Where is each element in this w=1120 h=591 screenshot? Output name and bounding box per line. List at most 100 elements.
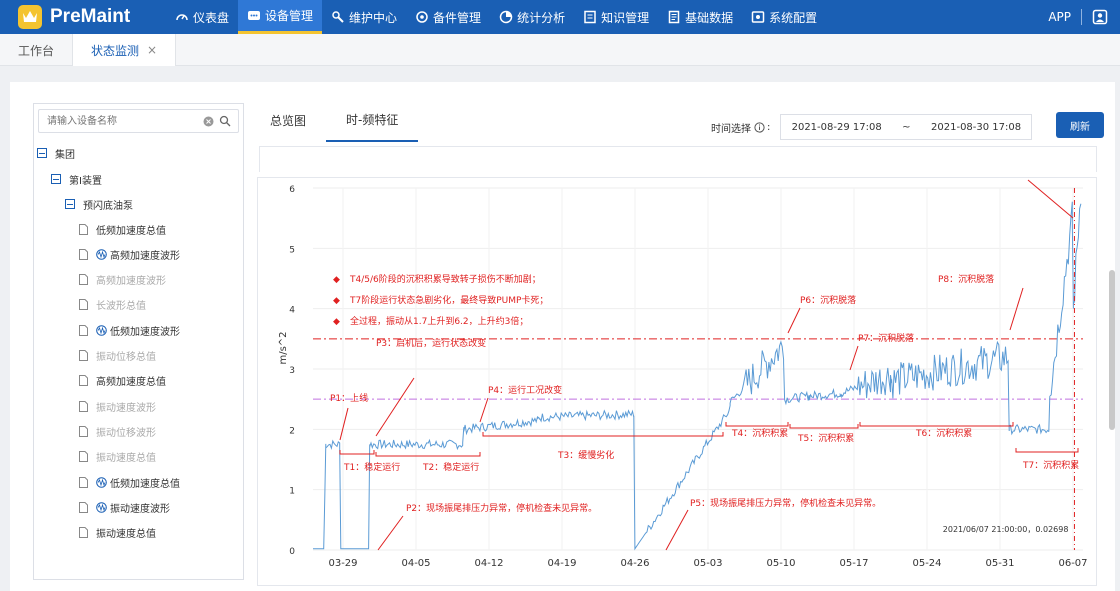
tree-node-device[interactable]: 预闪底油泵 xyxy=(65,194,133,214)
note-bullet: ◆ xyxy=(333,317,340,327)
x-tick-label: 05-03 xyxy=(693,558,722,569)
app-logo[interactable]: PreMaint xyxy=(18,5,158,29)
y-tick-label: 5 xyxy=(289,245,295,255)
annotation-label: P6：沉积脱落 xyxy=(800,294,856,306)
nav-base-data[interactable]: 基础数据 xyxy=(658,0,742,34)
annotation-arrow xyxy=(339,407,349,441)
search-icon[interactable] xyxy=(219,115,231,127)
note-text: T7阶段运行状态急剧劣化，最终导致PUMP卡死； xyxy=(349,294,548,306)
note-text: 全过程，振动从1.7上升到6.2，上升约3倍； xyxy=(350,315,528,327)
waveform-icon xyxy=(96,476,107,488)
tree-item-measure-point[interactable]: 振动速度波形 xyxy=(79,396,156,416)
file-icon xyxy=(79,375,88,387)
clear-icon[interactable] xyxy=(203,116,214,127)
file-icon xyxy=(79,274,88,286)
date-range-picker[interactable]: 2021-08-29 17:08 ~ 2021-08-30 17:08 xyxy=(780,114,1033,140)
tree-item-measure-point[interactable]: 振动速度波形 xyxy=(79,497,170,517)
tab-overview[interactable]: 总览图 xyxy=(250,98,326,142)
nav-equipment[interactable]: 设备管理 xyxy=(238,0,323,34)
nav-maintenance[interactable]: 维护中心 xyxy=(322,0,406,34)
phase-bracket xyxy=(375,452,481,457)
file-icon xyxy=(79,527,88,539)
waveform-icon xyxy=(96,248,107,260)
chart-svg[interactable]: 0 1 2 3 4 5 6 03-29 04-05 04-12 04-19 04-26 05-03 05-… xyxy=(258,178,1096,585)
note-bullet: ◆ xyxy=(333,296,340,306)
tree-item-measure-point[interactable]: 长波形总值 xyxy=(79,295,146,315)
y-tick-label: 0 xyxy=(289,547,295,557)
document-icon xyxy=(668,10,680,24)
annotation-arrow xyxy=(787,307,801,334)
cursor-readout: 2021/06/07 21:00:00，0.02698 xyxy=(943,525,1069,534)
annotation-label: T5：沉积积累 xyxy=(797,432,854,444)
note-bullet: ◆ xyxy=(333,275,340,285)
x-tick-label: 06-07 xyxy=(1058,558,1087,569)
annotation-arrow xyxy=(1027,179,1074,219)
annotation-arrow xyxy=(665,509,689,551)
file-icon xyxy=(79,501,88,513)
tree-item-measure-point[interactable]: 低频加速度总值 xyxy=(79,472,180,492)
tab-time-frequency[interactable]: 时-频特征 xyxy=(326,98,419,142)
book-icon xyxy=(584,10,596,24)
annotation-label: P5：现场振尾排压力异常，停机检查未见异常。 xyxy=(690,497,881,509)
app-download-link[interactable]: APP xyxy=(1048,10,1071,24)
tree-item-measure-point[interactable]: 高频加速度波形 xyxy=(79,270,166,290)
tree-item-measure-point[interactable]: 高频加速度总值 xyxy=(79,371,166,391)
y-tick-label: 1 xyxy=(289,487,295,497)
pie-chart-icon xyxy=(499,10,513,24)
annotation-label: T3：缓慢劣化 xyxy=(557,449,614,461)
top-navigation-bar: PreMaint 仪表盘 设备管理 维护中心 备件管理 统计分析 知识管理 基础… xyxy=(0,0,1120,34)
x-tick-label: 04-12 xyxy=(474,558,503,569)
annotation-arrow xyxy=(377,515,404,551)
info-icon[interactable] xyxy=(754,121,765,133)
collapse-icon[interactable] xyxy=(37,148,47,158)
settings-icon xyxy=(751,11,765,23)
gauge-icon xyxy=(176,14,188,21)
annotation-label: P1：上线 xyxy=(330,392,368,404)
tree-node-plant[interactable]: 第Ⅰ装置 xyxy=(51,169,102,189)
x-tick-label: 05-24 xyxy=(912,558,941,569)
annotation-label: T2：稳定运行 xyxy=(422,461,479,473)
file-icon xyxy=(79,299,88,311)
file-icon xyxy=(79,400,88,412)
tree-item-measure-point[interactable]: 低频加速度波形 xyxy=(79,320,180,340)
y-tick-label: 4 xyxy=(289,306,295,316)
x-tick-label: 03-29 xyxy=(328,558,357,569)
time-label: 时间选择 xyxy=(711,123,751,135)
close-icon[interactable]: × xyxy=(147,43,157,57)
y-tick-label: 2 xyxy=(289,426,295,436)
annotation-label: T6：沉积积累 xyxy=(915,427,972,439)
annotation-arrow xyxy=(479,397,489,423)
tree-item-measure-point[interactable]: 振动位移波形 xyxy=(79,421,156,441)
annotation-label: P3：启机后，运行状态改变 xyxy=(376,337,486,349)
collapse-icon[interactable] xyxy=(65,199,75,209)
phase-bracket xyxy=(859,422,1014,427)
x-tick-label: 04-26 xyxy=(620,558,649,569)
nav-system-config[interactable]: 系统配置 xyxy=(742,0,826,34)
tab-workbench[interactable]: 工作台 xyxy=(0,34,72,66)
user-icon[interactable] xyxy=(1092,9,1108,25)
tree-item-measure-point[interactable]: 高频加速度波形 xyxy=(79,244,180,264)
tab-status-monitor[interactable]: 状态监测 × xyxy=(72,34,177,66)
gear-icon xyxy=(416,11,428,23)
refresh-button[interactable]: 刷新 xyxy=(1056,112,1104,138)
tree-item-measure-point[interactable]: 振动位移总值 xyxy=(79,346,156,366)
nav-dashboard[interactable]: 仪表盘 xyxy=(166,0,238,34)
device-search-input[interactable] xyxy=(39,110,199,132)
waveform-icon xyxy=(96,324,107,336)
file-icon xyxy=(79,476,88,488)
nav-knowledge[interactable]: 知识管理 xyxy=(574,0,658,34)
nav-spare-parts[interactable]: 备件管理 xyxy=(406,0,490,34)
waveform-icon xyxy=(96,501,107,513)
scrollbar[interactable] xyxy=(1109,270,1115,430)
phase-bracket xyxy=(482,432,724,437)
tree-item-measure-point[interactable]: 振动速度总值 xyxy=(79,447,156,467)
y-tick-label: 6 xyxy=(289,185,295,195)
start-time: 2021-08-29 17:08 xyxy=(791,121,882,133)
vibration-chart[interactable]: 0 1 2 3 4 5 6 03-29 04-05 04-12 04-19 04-26 05-03 05-… xyxy=(257,177,1097,586)
phase-bracket xyxy=(1015,448,1079,453)
tree-node-group[interactable]: 集团 xyxy=(37,143,75,163)
nav-statistics[interactable]: 统计分析 xyxy=(490,0,574,34)
tree-item-measure-point[interactable]: 低频加速度总值 xyxy=(79,219,166,239)
collapse-icon[interactable] xyxy=(51,174,61,184)
tree-item-measure-point[interactable]: 振动速度总值 xyxy=(79,523,156,543)
